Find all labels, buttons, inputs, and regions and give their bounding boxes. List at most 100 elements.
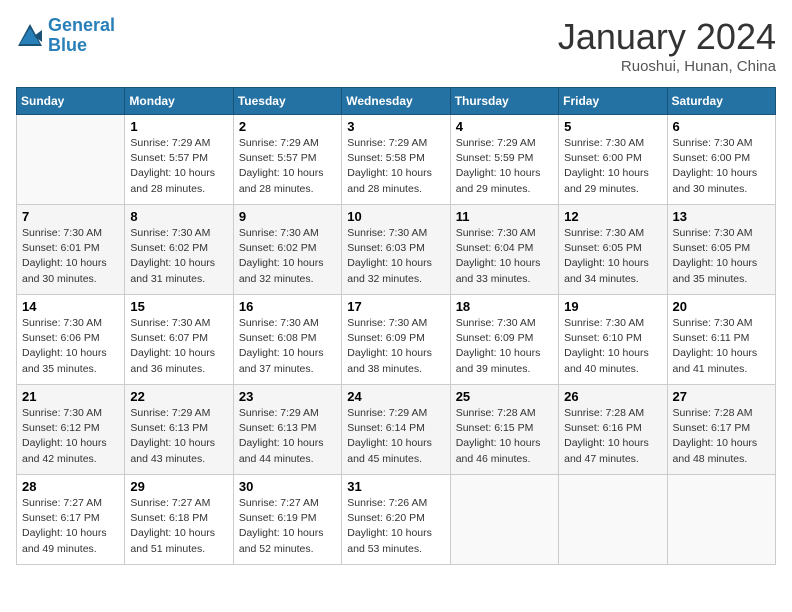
day-header-wednesday: Wednesday bbox=[342, 88, 450, 115]
calendar-cell: 28 Sunrise: 7:27 AM Sunset: 6:17 PM Dayli… bbox=[17, 475, 125, 565]
day-number: 16 bbox=[239, 299, 336, 314]
calendar-cell: 4 Sunrise: 7:29 AM Sunset: 5:59 PM Daylig… bbox=[450, 115, 558, 205]
calendar-cell: 14 Sunrise: 7:30 AM Sunset: 6:06 PM Dayli… bbox=[17, 295, 125, 385]
calendar-cell: 11Sunrise: 7:30 AM Sunset: 6:04 PM Dayli… bbox=[450, 205, 558, 295]
calendar-cell: 26 Sunrise: 7:28 AM Sunset: 6:16 PM Dayli… bbox=[559, 385, 667, 475]
day-number: 13 bbox=[673, 209, 770, 224]
day-info: Sunrise: 7:30 AM Sunset: 6:02 PM Dayligh… bbox=[130, 226, 227, 287]
day-info: Sunrise: 7:30 AM Sunset: 6:12 PM Dayligh… bbox=[22, 406, 119, 467]
day-info: Sunrise: 7:30 AM Sunset: 6:05 PM Dayligh… bbox=[564, 226, 661, 287]
logo: General Blue bbox=[16, 16, 115, 56]
day-header-friday: Friday bbox=[559, 88, 667, 115]
day-info: Sunrise: 7:29 AM Sunset: 5:59 PM Dayligh… bbox=[456, 136, 553, 197]
calendar-cell bbox=[17, 115, 125, 205]
calendar-cell: 19 Sunrise: 7:30 AM Sunset: 6:10 PM Dayli… bbox=[559, 295, 667, 385]
day-number: 26 bbox=[564, 389, 661, 404]
calendar-cell: 27 Sunrise: 7:28 AM Sunset: 6:17 PM Dayli… bbox=[667, 385, 775, 475]
day-number: 1 bbox=[130, 119, 227, 134]
day-info: Sunrise: 7:30 AM Sunset: 6:06 PM Dayligh… bbox=[22, 316, 119, 377]
day-number: 18 bbox=[456, 299, 553, 314]
week-row-4: 21 Sunrise: 7:30 AM Sunset: 6:12 PM Dayli… bbox=[17, 385, 776, 475]
day-number: 12 bbox=[564, 209, 661, 224]
day-number: 6 bbox=[673, 119, 770, 134]
calendar-cell: 17Sunrise: 7:30 AM Sunset: 6:09 PM Dayli… bbox=[342, 295, 450, 385]
calendar-cell: 12 Sunrise: 7:30 AM Sunset: 6:05 PM Dayli… bbox=[559, 205, 667, 295]
logo-line1: General bbox=[48, 15, 115, 35]
calendar-cell bbox=[559, 475, 667, 565]
day-info: Sunrise: 7:30 AM Sunset: 6:11 PM Dayligh… bbox=[673, 316, 770, 377]
day-info: Sunrise: 7:30 AM Sunset: 6:02 PM Dayligh… bbox=[239, 226, 336, 287]
calendar-cell: 7 Sunrise: 7:30 AM Sunset: 6:01 PM Daylig… bbox=[17, 205, 125, 295]
day-number: 31 bbox=[347, 479, 444, 494]
day-header-sunday: Sunday bbox=[17, 88, 125, 115]
calendar-cell: 30Sunrise: 7:27 AM Sunset: 6:19 PM Dayli… bbox=[233, 475, 341, 565]
week-row-1: 1 Sunrise: 7:29 AM Sunset: 5:57 PM Daylig… bbox=[17, 115, 776, 205]
logo-text: General Blue bbox=[48, 16, 115, 56]
week-row-2: 7 Sunrise: 7:30 AM Sunset: 6:01 PM Daylig… bbox=[17, 205, 776, 295]
calendar-cell bbox=[667, 475, 775, 565]
day-number: 22 bbox=[130, 389, 227, 404]
day-number: 15 bbox=[130, 299, 227, 314]
day-number: 5 bbox=[564, 119, 661, 134]
day-info: Sunrise: 7:30 AM Sunset: 6:00 PM Dayligh… bbox=[673, 136, 770, 197]
day-info: Sunrise: 7:30 AM Sunset: 6:10 PM Dayligh… bbox=[564, 316, 661, 377]
day-number: 11 bbox=[456, 209, 553, 224]
day-number: 29 bbox=[130, 479, 227, 494]
day-number: 9 bbox=[239, 209, 336, 224]
day-number: 4 bbox=[456, 119, 553, 134]
day-number: 7 bbox=[22, 209, 119, 224]
day-number: 28 bbox=[22, 479, 119, 494]
page-header: General Blue January 2024 Ruoshui, Hunan… bbox=[16, 16, 776, 75]
calendar-cell: 16 Sunrise: 7:30 AM Sunset: 6:08 PM Dayli… bbox=[233, 295, 341, 385]
day-info: Sunrise: 7:30 AM Sunset: 6:05 PM Dayligh… bbox=[673, 226, 770, 287]
day-info: Sunrise: 7:30 AM Sunset: 6:00 PM Dayligh… bbox=[564, 136, 661, 197]
day-info: Sunrise: 7:27 AM Sunset: 6:19 PM Dayligh… bbox=[239, 496, 336, 557]
day-info: Sunrise: 7:28 AM Sunset: 6:17 PM Dayligh… bbox=[673, 406, 770, 467]
calendar-cell: 24Sunrise: 7:29 AM Sunset: 6:14 PM Dayli… bbox=[342, 385, 450, 475]
day-number: 27 bbox=[673, 389, 770, 404]
day-info: Sunrise: 7:29 AM Sunset: 6:13 PM Dayligh… bbox=[239, 406, 336, 467]
days-header-row: SundayMondayTuesdayWednesdayThursdayFrid… bbox=[17, 88, 776, 115]
month-title: January 2024 bbox=[558, 16, 776, 58]
day-info: Sunrise: 7:29 AM Sunset: 6:14 PM Dayligh… bbox=[347, 406, 444, 467]
day-info: Sunrise: 7:29 AM Sunset: 5:58 PM Dayligh… bbox=[347, 136, 444, 197]
calendar-cell: 31 Sunrise: 7:26 AM Sunset: 6:20 PM Dayli… bbox=[342, 475, 450, 565]
day-info: Sunrise: 7:28 AM Sunset: 6:16 PM Dayligh… bbox=[564, 406, 661, 467]
day-number: 19 bbox=[564, 299, 661, 314]
calendar-cell: 29 Sunrise: 7:27 AM Sunset: 6:18 PM Dayli… bbox=[125, 475, 233, 565]
day-header-monday: Monday bbox=[125, 88, 233, 115]
title-block: January 2024 Ruoshui, Hunan, China bbox=[558, 16, 776, 75]
day-number: 3 bbox=[347, 119, 444, 134]
calendar-cell bbox=[450, 475, 558, 565]
day-info: Sunrise: 7:28 AM Sunset: 6:15 PM Dayligh… bbox=[456, 406, 553, 467]
day-number: 23 bbox=[239, 389, 336, 404]
calendar-cell: 8 Sunrise: 7:30 AM Sunset: 6:02 PM Daylig… bbox=[125, 205, 233, 295]
day-info: Sunrise: 7:30 AM Sunset: 6:09 PM Dayligh… bbox=[456, 316, 553, 377]
day-number: 2 bbox=[239, 119, 336, 134]
location: Ruoshui, Hunan, China bbox=[558, 58, 776, 75]
day-info: Sunrise: 7:26 AM Sunset: 6:20 PM Dayligh… bbox=[347, 496, 444, 557]
calendar-cell: 15 Sunrise: 7:30 AM Sunset: 6:07 PM Dayli… bbox=[125, 295, 233, 385]
day-info: Sunrise: 7:27 AM Sunset: 6:18 PM Dayligh… bbox=[130, 496, 227, 557]
week-row-3: 14 Sunrise: 7:30 AM Sunset: 6:06 PM Dayli… bbox=[17, 295, 776, 385]
calendar-cell: 13 Sunrise: 7:30 AM Sunset: 6:05 PM Dayli… bbox=[667, 205, 775, 295]
day-info: Sunrise: 7:30 AM Sunset: 6:07 PM Dayligh… bbox=[130, 316, 227, 377]
day-number: 21 bbox=[22, 389, 119, 404]
day-info: Sunrise: 7:30 AM Sunset: 6:01 PM Dayligh… bbox=[22, 226, 119, 287]
day-number: 14 bbox=[22, 299, 119, 314]
day-header-saturday: Saturday bbox=[667, 88, 775, 115]
calendar-table: SundayMondayTuesdayWednesdayThursdayFrid… bbox=[16, 87, 776, 565]
day-number: 25 bbox=[456, 389, 553, 404]
day-info: Sunrise: 7:27 AM Sunset: 6:17 PM Dayligh… bbox=[22, 496, 119, 557]
calendar-cell: 3 Sunrise: 7:29 AM Sunset: 5:58 PM Daylig… bbox=[342, 115, 450, 205]
day-info: Sunrise: 7:30 AM Sunset: 6:03 PM Dayligh… bbox=[347, 226, 444, 287]
day-info: Sunrise: 7:30 AM Sunset: 6:08 PM Dayligh… bbox=[239, 316, 336, 377]
calendar-cell: 20Sunrise: 7:30 AM Sunset: 6:11 PM Dayli… bbox=[667, 295, 775, 385]
calendar-cell: 2 Sunrise: 7:29 AM Sunset: 5:57 PM Daylig… bbox=[233, 115, 341, 205]
day-number: 8 bbox=[130, 209, 227, 224]
calendar-cell: 18 Sunrise: 7:30 AM Sunset: 6:09 PM Dayli… bbox=[450, 295, 558, 385]
day-info: Sunrise: 7:29 AM Sunset: 5:57 PM Dayligh… bbox=[239, 136, 336, 197]
day-number: 10 bbox=[347, 209, 444, 224]
calendar-cell: 9 Sunrise: 7:30 AM Sunset: 6:02 PM Daylig… bbox=[233, 205, 341, 295]
calendar-cell: 6 Sunrise: 7:30 AM Sunset: 6:00 PM Daylig… bbox=[667, 115, 775, 205]
